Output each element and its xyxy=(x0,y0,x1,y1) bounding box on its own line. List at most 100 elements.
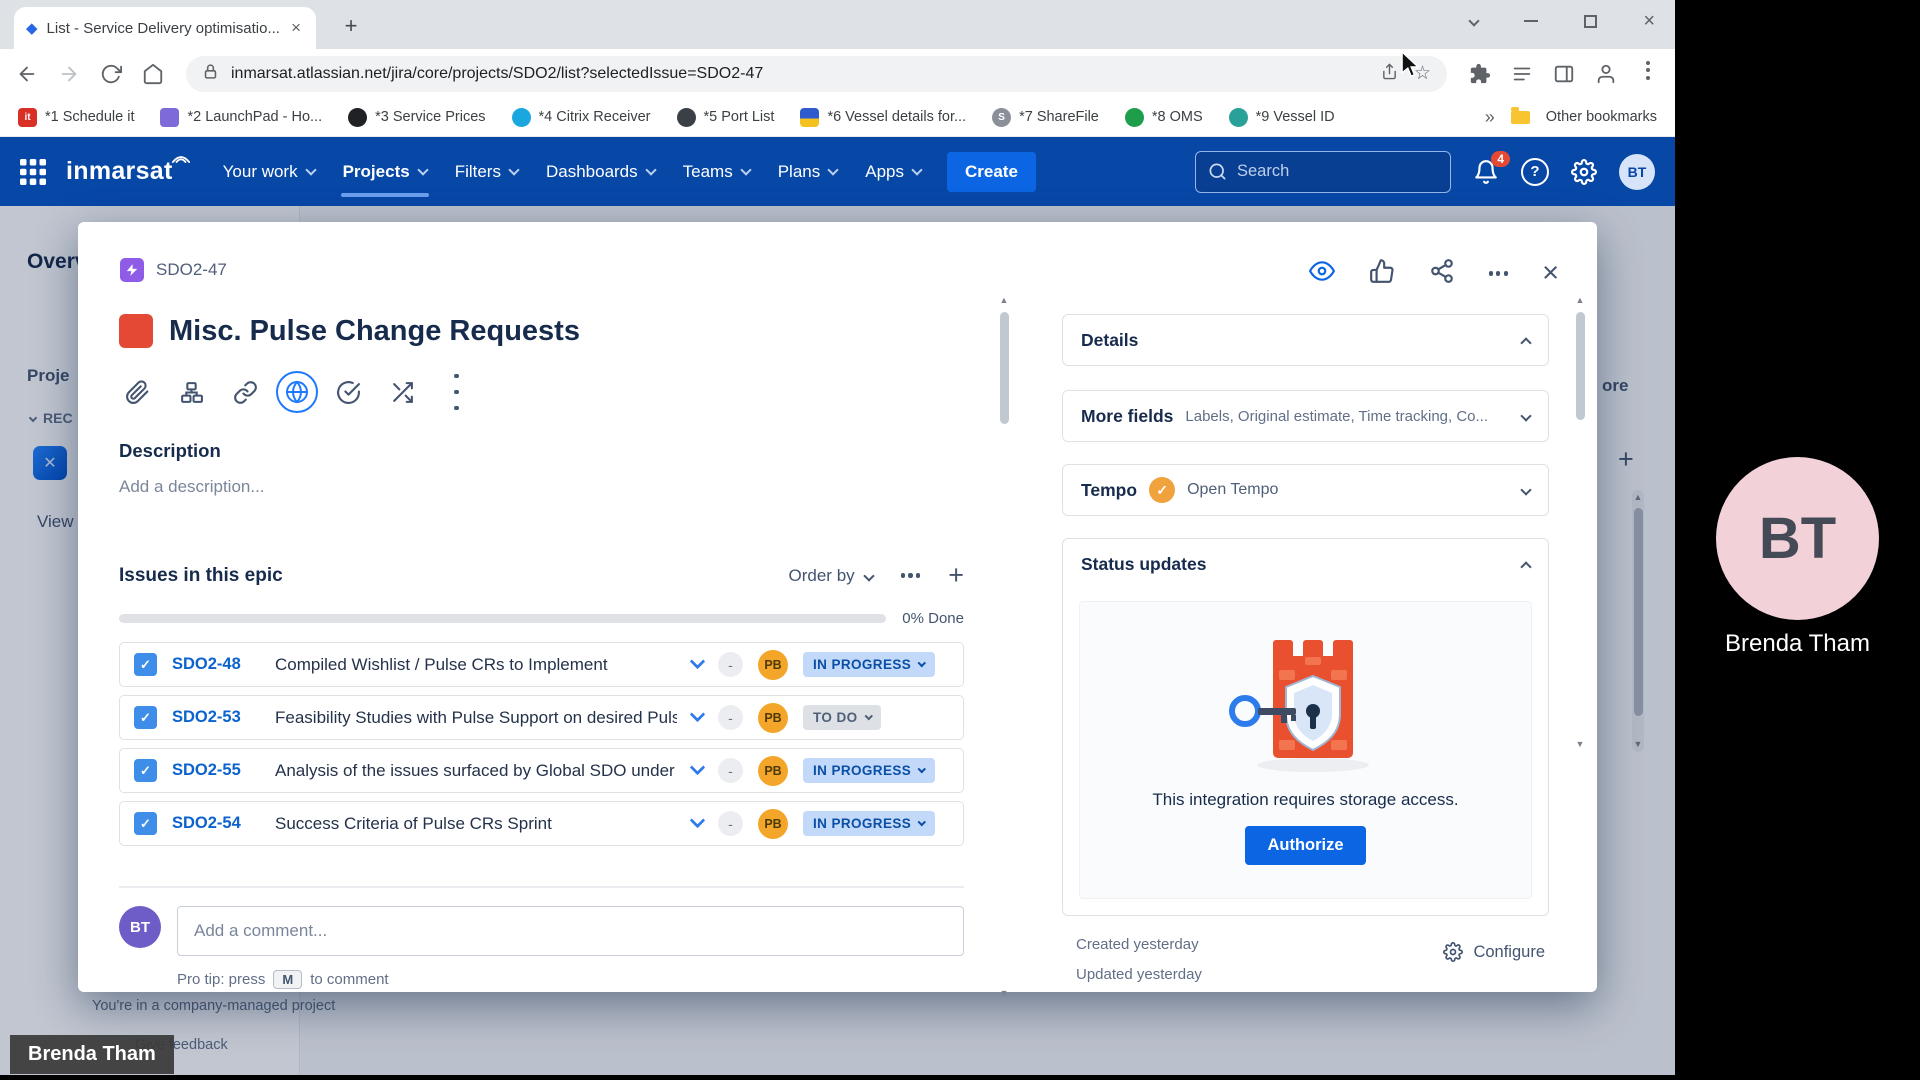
app-switcher-icon[interactable] xyxy=(20,159,46,185)
reading-list-icon[interactable] xyxy=(1509,61,1535,87)
jira-nav-item-filters[interactable]: Filters xyxy=(455,137,518,206)
bookmark-item[interactable]: *6 Vessel details for... xyxy=(800,108,966,127)
jira-nav-item-teams[interactable]: Teams xyxy=(683,137,750,206)
jira-nav-item-plans[interactable]: Plans xyxy=(778,137,838,206)
issue-key-link[interactable]: SDO2-54 xyxy=(172,814,260,833)
status-dropdown[interactable]: IN PROGRESS xyxy=(803,811,935,836)
settings-gear-icon[interactable] xyxy=(1571,159,1597,185)
attach-icon[interactable] xyxy=(114,370,161,414)
scroll-down-icon[interactable]: ▼ xyxy=(1575,740,1585,749)
notifications-bell-icon[interactable]: 4 xyxy=(1473,159,1499,185)
tab-search-icon[interactable] xyxy=(1469,15,1480,26)
comment-input[interactable] xyxy=(177,906,964,956)
issue-title[interactable]: Misc. Pulse Change Requests xyxy=(169,315,580,348)
scroll-up-icon[interactable]: ▲ xyxy=(999,296,1009,305)
side-panel-icon[interactable] xyxy=(1551,61,1577,87)
bookmark-item[interactable]: *3 Service Prices xyxy=(348,108,485,127)
status-dropdown[interactable]: IN PROGRESS xyxy=(803,652,935,677)
modal-right-scrollbar[interactable]: ▲ ▼ xyxy=(1576,308,1585,908)
epic-color-swatch[interactable] xyxy=(119,314,153,348)
nav-item-label: Teams xyxy=(683,162,733,182)
extensions-puzzle-icon[interactable] xyxy=(1467,61,1493,87)
authorize-button[interactable]: Authorize xyxy=(1245,826,1365,865)
open-tempo-link[interactable]: Open Tempo xyxy=(1187,481,1510,499)
user-avatar[interactable]: BT xyxy=(1619,154,1655,190)
status-dropdown[interactable]: TO DO xyxy=(803,705,881,730)
details-section[interactable]: Details xyxy=(1062,314,1549,366)
issue-key-link[interactable]: SDO2-48 xyxy=(172,655,260,674)
inmarsat-logo[interactable]: inmarsat xyxy=(66,157,193,186)
jira-nav-item-dashboards[interactable]: Dashboards xyxy=(546,137,655,206)
chevron-down-icon xyxy=(305,164,316,175)
integration-card: This integration requires storage access… xyxy=(1079,601,1532,899)
toolbar-more-icon[interactable] xyxy=(433,370,480,414)
address-bar[interactable]: ☆ xyxy=(186,56,1447,92)
more-fields-section[interactable]: More fields Labels, Original estimate, T… xyxy=(1062,390,1549,442)
bookmark-item[interactable]: it*1 Schedule it xyxy=(18,108,134,127)
tempo-section[interactable]: Tempo ✓ Open Tempo xyxy=(1062,464,1549,516)
epic-issue-row[interactable]: ✓SDO2-55Analysis of the issues surfaced … xyxy=(119,748,964,793)
tab-close-icon[interactable]: × xyxy=(288,18,304,38)
approval-check-icon[interactable] xyxy=(325,370,372,414)
add-child-issue-icon[interactable] xyxy=(168,370,215,414)
epic-list-more-icon[interactable] xyxy=(901,573,921,577)
tab-strip: ◆ List - Service Delivery optimisatio...… xyxy=(0,0,1675,49)
window-close-button[interactable]: × xyxy=(1643,11,1655,31)
issue-key-breadcrumb[interactable]: SDO2-47 xyxy=(156,260,227,280)
new-tab-button[interactable]: + xyxy=(336,11,366,41)
bookmark-item[interactable]: *5 Port List xyxy=(677,108,775,127)
global-search[interactable] xyxy=(1195,151,1451,193)
scroll-down-icon[interactable]: ▼ xyxy=(999,989,1009,998)
epic-issue-row[interactable]: ✓SDO2-54Success Criteria of Pulse CRs Sp… xyxy=(119,801,964,846)
tab-title: List - Service Delivery optimisatio... xyxy=(47,20,280,37)
priority-low-icon xyxy=(690,812,706,828)
jira-nav-item-apps[interactable]: Apps xyxy=(865,137,921,206)
search-icon xyxy=(1208,162,1227,181)
link-issue-icon[interactable] xyxy=(222,370,269,414)
issue-key-link[interactable]: SDO2-55 xyxy=(172,761,260,780)
bookmark-item[interactable]: *4 Citrix Receiver xyxy=(512,108,651,127)
bookmark-item[interactable]: S*7 ShareFile xyxy=(992,108,1099,127)
status-updates-header[interactable]: Status updates xyxy=(1063,539,1548,589)
description-placeholder[interactable]: Add a description... xyxy=(119,477,265,497)
jira-nav-item-your-work[interactable]: Your work xyxy=(223,137,315,206)
bookmarks-overflow-icon[interactable]: » xyxy=(1485,107,1495,128)
bookmark-item[interactable]: *2 LaunchPad - Ho... xyxy=(160,108,322,127)
task-type-icon: ✓ xyxy=(134,812,157,835)
scrollbar-thumb[interactable] xyxy=(1576,312,1585,420)
epic-issue-row[interactable]: ✓SDO2-53Feasibility Studies with Pulse S… xyxy=(119,695,964,740)
reload-icon[interactable] xyxy=(98,61,124,87)
browser-tab[interactable]: ◆ List - Service Delivery optimisatio...… xyxy=(14,7,316,49)
status-cell: IN PROGRESS xyxy=(803,811,949,836)
bookmark-item[interactable]: *8 OMS xyxy=(1125,108,1203,127)
browser-profile-icon[interactable] xyxy=(1593,61,1619,87)
scrollbar-thumb[interactable] xyxy=(1000,312,1009,424)
order-by-dropdown[interactable]: Order by xyxy=(789,566,873,586)
help-icon[interactable]: ? xyxy=(1521,158,1549,186)
issue-summary: Compiled Wishlist / Pulse CRs to Impleme… xyxy=(275,655,677,675)
share-page-icon[interactable] xyxy=(1381,63,1398,85)
modal-left-scrollbar[interactable]: ▲ ▼ xyxy=(1000,308,1009,984)
bookmark-item[interactable]: *9 Vessel ID xyxy=(1229,108,1335,127)
search-input[interactable] xyxy=(1237,162,1438,181)
issue-key-link[interactable]: SDO2-53 xyxy=(172,708,260,727)
web-link-globe-icon[interactable] xyxy=(276,371,318,413)
window-minimize-button[interactable] xyxy=(1524,20,1538,22)
epic-issue-row[interactable]: ✓SDO2-48Compiled Wishlist / Pulse CRs to… xyxy=(119,642,964,687)
home-icon[interactable] xyxy=(140,61,166,87)
browser-menu-icon[interactable] xyxy=(1635,61,1661,87)
configure-button[interactable]: Configure xyxy=(1443,942,1545,962)
back-icon[interactable] xyxy=(14,61,40,87)
jira-nav-item-projects[interactable]: Projects xyxy=(343,137,427,206)
window-maximize-button[interactable] xyxy=(1584,15,1597,28)
scroll-up-icon[interactable]: ▲ xyxy=(1575,296,1585,305)
workflow-shuffle-icon[interactable] xyxy=(379,370,426,414)
add-issue-button[interactable]: + xyxy=(948,562,964,589)
forward-icon[interactable] xyxy=(56,61,82,87)
status-dropdown[interactable]: IN PROGRESS xyxy=(803,758,935,783)
create-button[interactable]: Create xyxy=(947,152,1036,192)
other-bookmarks-button[interactable]: Other bookmarks xyxy=(1546,109,1657,125)
url-input[interactable] xyxy=(231,65,1369,83)
chevron-down-icon xyxy=(918,659,926,667)
assignee-avatar: PB xyxy=(758,756,788,786)
